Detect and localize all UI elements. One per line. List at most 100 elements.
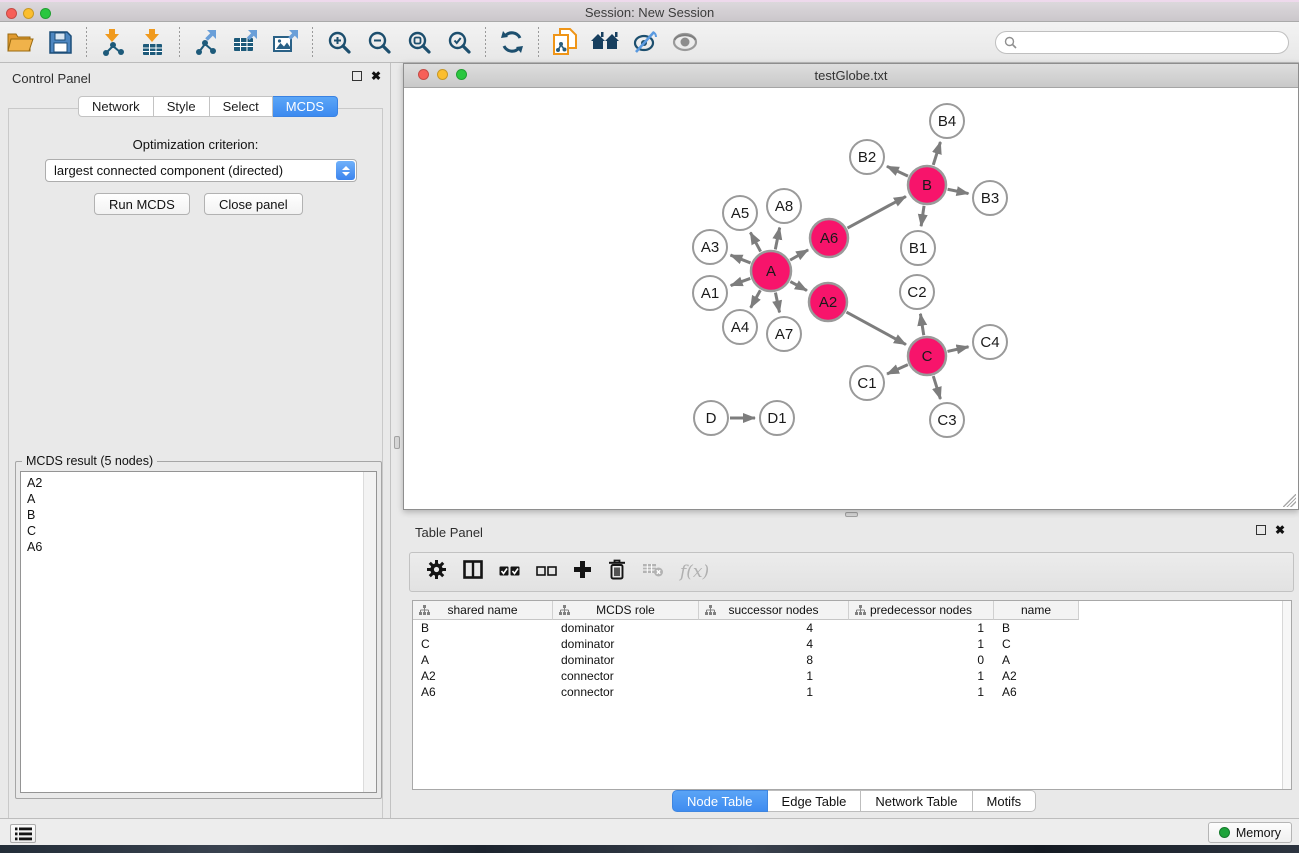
- edge-A-A2[interactable]: [790, 282, 807, 291]
- tab-network[interactable]: Network: [78, 96, 154, 117]
- import-table-button[interactable]: [133, 25, 173, 59]
- tab-node-table[interactable]: Node Table: [672, 790, 768, 812]
- show-columns-button[interactable]: [463, 560, 483, 584]
- mcds-result-item[interactable]: A2: [21, 475, 376, 491]
- memory-button[interactable]: Memory: [1208, 822, 1292, 843]
- table-cell: 1: [849, 621, 994, 635]
- node-label-A8: A8: [775, 198, 793, 215]
- vertical-splitter-handle[interactable]: [394, 436, 400, 449]
- zoom-in-button[interactable]: [319, 25, 359, 59]
- edge-A-A1[interactable]: [731, 278, 751, 285]
- float-panel-icon[interactable]: [352, 71, 362, 81]
- mcds-result-item[interactable]: A: [21, 491, 376, 507]
- column-header-shared-name[interactable]: shared name: [413, 601, 553, 620]
- optimization-criterion-select[interactable]: largest connected component (directed): [45, 159, 357, 182]
- tab-motifs[interactable]: Motifs: [973, 790, 1037, 812]
- edge-B-B3[interactable]: [948, 189, 969, 193]
- edge-A2-C[interactable]: [846, 312, 905, 344]
- table-cell: A6: [413, 685, 553, 699]
- edge-A6-B[interactable]: [847, 196, 905, 228]
- node-label-A3: A3: [701, 239, 719, 256]
- import-table-icon: [140, 29, 166, 56]
- delete-columns-button[interactable]: [608, 559, 626, 585]
- edge-A-A6[interactable]: [790, 250, 808, 260]
- edge-B-B4[interactable]: [933, 142, 940, 165]
- edge-B-B1[interactable]: [921, 206, 924, 226]
- zoom-out-button[interactable]: [359, 25, 399, 59]
- tab-style[interactable]: Style: [154, 96, 210, 117]
- table-tabs: Node TableEdge TableNetwork TableMotifs: [672, 790, 1036, 812]
- export-network-button[interactable]: [186, 25, 226, 59]
- edge-C-C1[interactable]: [887, 365, 908, 374]
- close-panel-button[interactable]: Close panel: [204, 193, 303, 215]
- table-cell: 1: [849, 685, 994, 699]
- toolbar-separator: [485, 27, 486, 57]
- unselect-all-columns-button[interactable]: [536, 563, 557, 581]
- tab-edge-table[interactable]: Edge Table: [768, 790, 862, 812]
- list-scrollbar[interactable]: [363, 472, 376, 792]
- edge-A-A3[interactable]: [730, 255, 750, 263]
- table-mode-gear-button[interactable]: [426, 559, 447, 585]
- zoom-fit-button[interactable]: [399, 25, 439, 59]
- table-cell: 1: [699, 669, 849, 683]
- node-table-header: shared nameMCDS rolesuccessor nodesprede…: [413, 601, 1291, 620]
- select-all-columns-button[interactable]: [499, 563, 520, 581]
- node-table: shared nameMCDS rolesuccessor nodesprede…: [412, 600, 1292, 790]
- table-cell: 8: [699, 653, 849, 667]
- search-field[interactable]: [995, 31, 1289, 54]
- table-row[interactable]: A2connector11A2: [413, 668, 1291, 684]
- export-table-button[interactable]: [226, 25, 266, 59]
- tab-select[interactable]: Select: [210, 96, 273, 117]
- table-panel: Table Panel ✖: [403, 518, 1299, 818]
- function-builder-button[interactable]: f(x): [680, 562, 709, 582]
- hide-graphics-details-button[interactable]: [625, 25, 665, 59]
- export-image-button[interactable]: [266, 25, 306, 59]
- edge-A-A8[interactable]: [775, 228, 779, 250]
- table-row[interactable]: A6connector11A6: [413, 684, 1291, 700]
- table-row[interactable]: Adominator80A: [413, 652, 1291, 668]
- list-icon: [15, 827, 32, 841]
- edge-C-C3[interactable]: [933, 376, 940, 399]
- column-header-predecessor-nodes[interactable]: predecessor nodes: [849, 601, 994, 620]
- open-session-button[interactable]: [0, 25, 40, 59]
- clone-network-button[interactable]: [545, 25, 585, 59]
- home-button[interactable]: [585, 25, 625, 59]
- close-panel-icon[interactable]: ✖: [1275, 525, 1285, 535]
- network-window-titlebar[interactable]: testGlobe.txt: [404, 64, 1298, 88]
- refresh-view-button[interactable]: [492, 25, 532, 59]
- table-row[interactable]: Cdominator41C: [413, 636, 1291, 652]
- tab-network-table[interactable]: Network Table: [861, 790, 972, 812]
- import-network-button[interactable]: [93, 25, 133, 59]
- network-canvas[interactable]: B4B2BB3B1A5A8A6A3AA1A2C2A4A7C4CC1C3DD1: [404, 88, 1298, 509]
- edge-A-A7[interactable]: [775, 293, 779, 313]
- edge-C-C2[interactable]: [920, 314, 923, 336]
- delete-table-button[interactable]: [642, 561, 664, 583]
- edge-B-B2[interactable]: [887, 166, 908, 176]
- edge-A-A5[interactable]: [750, 232, 760, 251]
- mcds-result-item[interactable]: C: [21, 523, 376, 539]
- mcds-result-list[interactable]: A2ABCA6: [20, 471, 377, 793]
- close-panel-icon[interactable]: ✖: [371, 71, 381, 81]
- tab-mcds[interactable]: MCDS: [273, 96, 338, 117]
- houses-icon: [590, 31, 620, 53]
- edge-C-C4[interactable]: [947, 347, 968, 352]
- save-session-button[interactable]: [40, 25, 80, 59]
- column-header-MCDS-role[interactable]: MCDS role: [553, 601, 699, 620]
- show-graphics-details-button[interactable]: [665, 25, 705, 59]
- column-header-name[interactable]: name: [994, 601, 1079, 620]
- create-new-column-button[interactable]: [573, 560, 592, 584]
- window-resize-grip[interactable]: [1283, 494, 1296, 507]
- table-scrollbar[interactable]: [1282, 601, 1291, 789]
- mcds-result-item[interactable]: A6: [21, 539, 376, 555]
- zoom-selected-button[interactable]: [439, 25, 479, 59]
- mcds-result-item[interactable]: B: [21, 507, 376, 523]
- float-panel-icon[interactable]: [1256, 525, 1266, 535]
- save-floppy-icon: [49, 31, 72, 54]
- task-history-button[interactable]: [10, 824, 36, 843]
- horizontal-splitter-handle[interactable]: [845, 512, 858, 517]
- table-row[interactable]: Bdominator41B: [413, 620, 1291, 636]
- edge-A-A4[interactable]: [751, 290, 761, 308]
- column-header-successor-nodes[interactable]: successor nodes: [699, 601, 849, 620]
- run-mcds-button[interactable]: Run MCDS: [94, 193, 190, 215]
- search-input[interactable]: [1021, 36, 1288, 50]
